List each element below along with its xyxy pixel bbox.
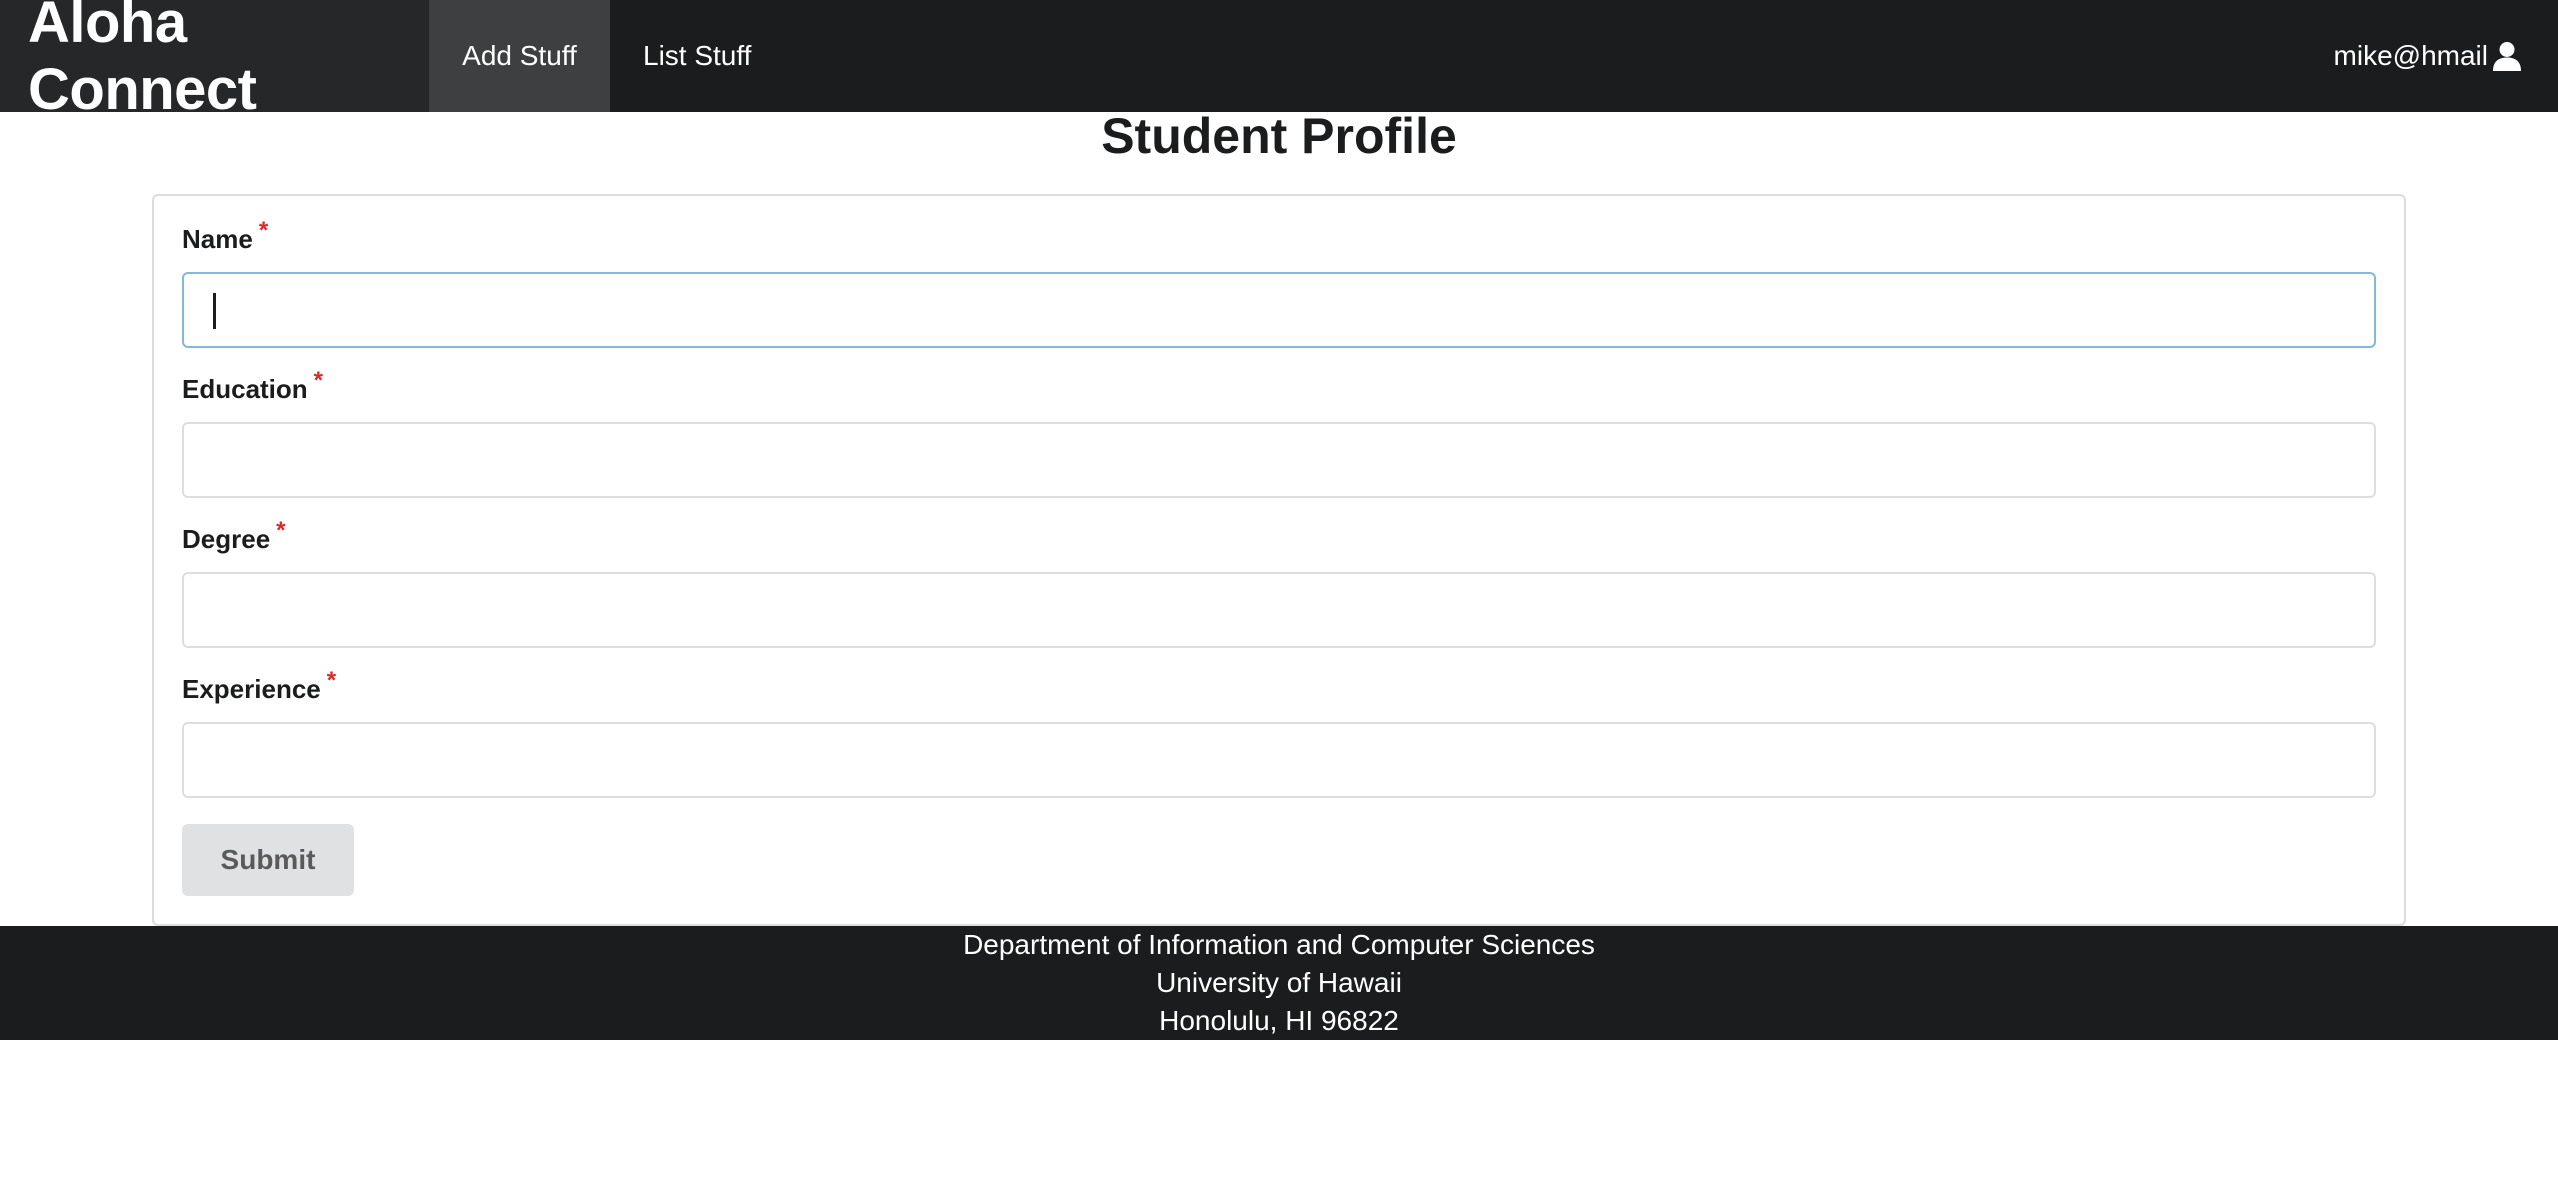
footer: Department of Information and Computer S… xyxy=(0,926,2558,1040)
text-caret xyxy=(213,293,216,329)
user-menu-label: mike@hmail xyxy=(2333,40,2488,71)
footer-department: Department of Information and Computer S… xyxy=(963,929,1595,960)
footer-university: University of Hawaii xyxy=(1156,967,1402,998)
brand-logo[interactable]: Aloha Connect xyxy=(0,0,429,122)
experience-label-text: Experience xyxy=(182,674,321,704)
user-menu[interactable]: mike@hmail xyxy=(2334,0,2558,112)
required-marker: * xyxy=(313,367,324,394)
education-field-label: Education * xyxy=(182,367,323,405)
experience-input[interactable] xyxy=(182,722,2376,798)
required-marker: * xyxy=(276,517,286,544)
top-navbar: Aloha Connect Add Stuff List Stuff mike@… xyxy=(0,0,2558,122)
navbar-spacer xyxy=(784,0,2333,112)
nav-item-list-stuff[interactable]: List Stuff xyxy=(610,0,784,112)
user-icon xyxy=(2492,41,2522,71)
required-marker: * xyxy=(326,667,337,694)
page-title: Student Profile xyxy=(1101,108,1457,164)
footer-address: Honolulu, HI 96822 xyxy=(1159,1005,1399,1036)
student-profile-form: Name * Education * Degree * Experience * Sub… xyxy=(152,194,2406,926)
nav-item-add-stuff[interactable]: Add Stuff xyxy=(429,0,610,112)
degree-field-label: Degree * xyxy=(182,517,286,555)
name-input[interactable] xyxy=(182,272,2376,348)
experience-field-label: Experience * xyxy=(182,667,336,705)
name-label-text: Name xyxy=(182,224,253,254)
submit-button[interactable]: Submit xyxy=(182,824,354,896)
education-label-text: Education xyxy=(182,374,308,404)
name-field-label: Name * xyxy=(182,217,268,255)
required-marker: * xyxy=(258,217,269,244)
degree-label-text: Degree xyxy=(182,524,271,554)
degree-input[interactable] xyxy=(182,572,2376,648)
education-input[interactable] xyxy=(182,422,2376,498)
